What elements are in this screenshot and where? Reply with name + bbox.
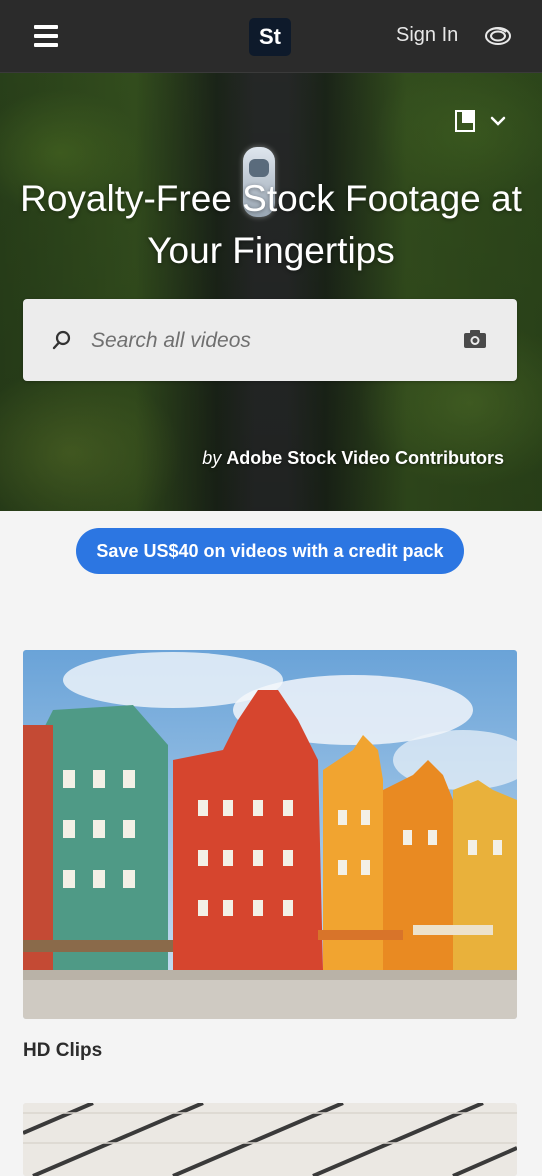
chevron-down-icon <box>490 116 506 126</box>
hero-banner: Royalty-Free Stock Footage at Your Finge… <box>0 73 542 511</box>
credit-by-text: by <box>202 448 222 468</box>
asset-type-selector[interactable] <box>453 108 509 134</box>
creative-cloud-icon[interactable] <box>484 24 512 48</box>
hero-credit: by Adobe Stock Video Contributors <box>202 448 504 469</box>
sign-in-link[interactable]: Sign In <box>396 24 458 47</box>
category-label-hd-clips[interactable]: HD Clips <box>23 1040 102 1062</box>
top-nav-bar: St Sign In <box>0 0 542 73</box>
hero-title: Royalty-Free Stock Footage at Your Finge… <box>20 178 522 271</box>
search-input[interactable] <box>89 323 433 359</box>
search-icon[interactable] <box>51 329 73 351</box>
credit-contributor-name[interactable]: Adobe Stock Video Contributors <box>226 448 504 468</box>
search-bar <box>23 299 517 381</box>
credit-pack-promo-button[interactable]: Save US$40 on videos with a credit pack <box>76 528 464 574</box>
asset-type-selector-icon <box>455 110 475 132</box>
second-category-card-image[interactable] <box>23 1103 517 1176</box>
hamburger-menu-icon[interactable] <box>34 25 58 47</box>
adobe-stock-logo[interactable]: St <box>249 18 291 56</box>
visual-search-camera-icon[interactable] <box>463 328 487 350</box>
hd-clips-card-image[interactable] <box>23 650 517 1019</box>
